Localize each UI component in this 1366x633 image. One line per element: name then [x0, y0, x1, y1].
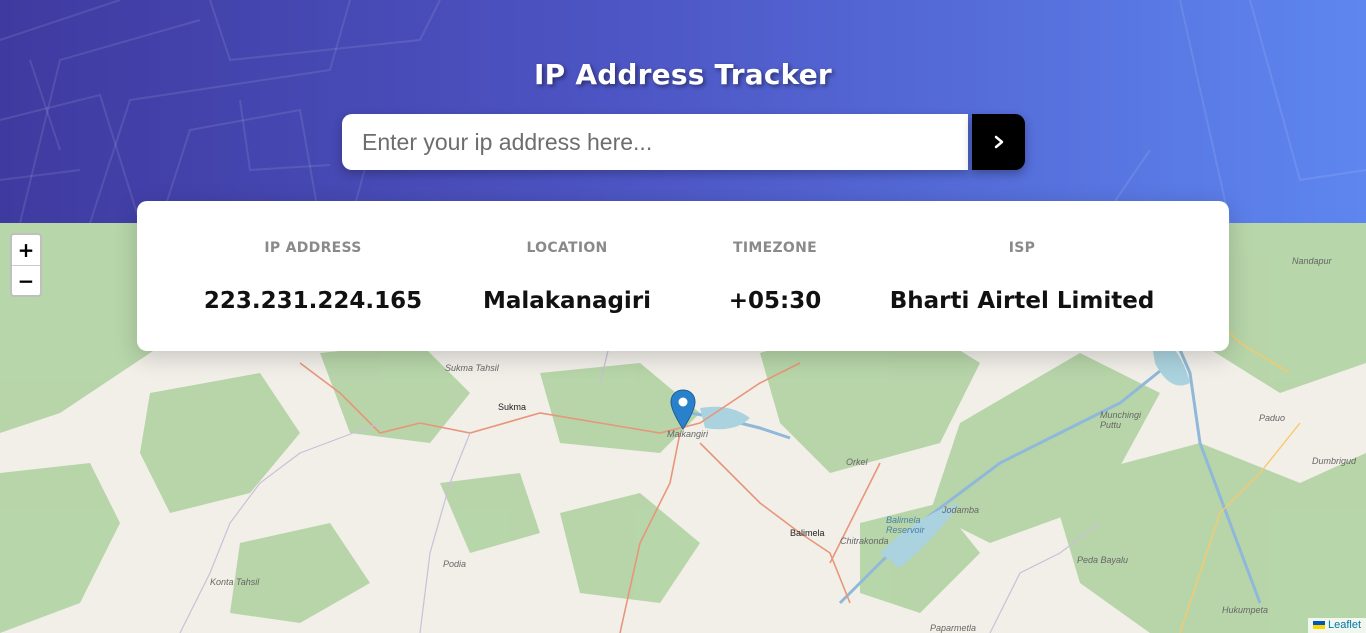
isp-label: ISP [1008, 240, 1036, 256]
search-submit-button[interactable] [972, 114, 1025, 170]
timezone-label: TIMEZONE [733, 240, 817, 256]
zoom-out-button[interactable]: − [12, 266, 40, 295]
map-label-paduo: Paduo [1259, 413, 1286, 423]
map-label-peda-bayalu: Peda Bayalu [1077, 555, 1129, 565]
location-label: LOCATION [526, 240, 608, 256]
map-label-malkangiri: Malkangiri [667, 429, 709, 439]
map-label-konta-tahsil: Konta Tahsil [210, 577, 260, 587]
map-label-podia: Podia [443, 559, 467, 569]
chevron-right-icon [994, 135, 1003, 149]
map-label-sukma-tahsil: Sukma Tahsil [445, 363, 499, 373]
ukraine-flag-icon [1312, 621, 1325, 630]
map-label-dumbriguda: Dumbrigud [1312, 456, 1357, 466]
ip-info-card: IP ADDRESS 223.231.224.165 LOCATION Mala… [137, 201, 1229, 351]
map-attribution: Leaflet [1307, 618, 1366, 633]
map-pin-icon[interactable] [670, 389, 696, 430]
location-value: Malakanagiri [482, 288, 652, 314]
map-label-sukma: Sukma [498, 402, 527, 412]
leaflet-link[interactable]: Leaflet [1328, 619, 1361, 631]
map-label-chitrakonda: Chitrakonda [840, 536, 889, 546]
map-label-paparmetla: Paparmetla [930, 623, 977, 633]
isp-value: Bharti Airtel Limited [889, 288, 1155, 314]
ip-address-label: IP ADDRESS [264, 240, 362, 256]
ip-address-value: 223.231.224.165 [203, 288, 423, 314]
map-label-jodamba: Jodamba [942, 505, 980, 515]
map-label-balimela: Balimela [790, 528, 825, 538]
ip-search-input[interactable] [342, 114, 968, 170]
header: IP Address Tracker [0, 0, 1366, 223]
map-label-orkel: Orkel [846, 457, 868, 467]
map-label-hukumpeta: Hukumpeta [1222, 605, 1269, 615]
map-label-munchingi-puttu: Munchingi Puttu [1100, 410, 1142, 430]
header-pattern [0, 0, 1366, 223]
map-label-nandapur: Nandapur [1292, 256, 1332, 266]
zoom-in-button[interactable]: + [12, 235, 40, 266]
map-label-balimela-reservoir: Balimela Reservoir [886, 515, 925, 535]
timezone-value: +05:30 [728, 288, 822, 314]
zoom-control: + − [10, 233, 42, 297]
page-title: IP Address Tracker [534, 58, 832, 91]
